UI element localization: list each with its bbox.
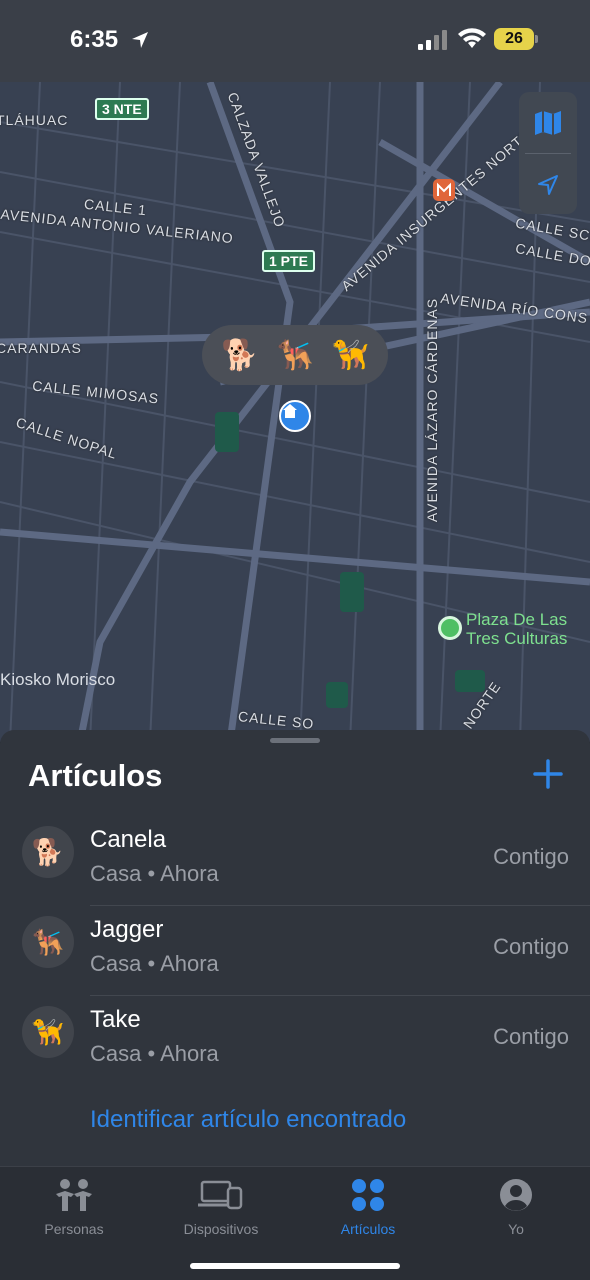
house-icon (283, 404, 297, 418)
item-avatar: 🐕‍🦺 (22, 916, 74, 968)
tab-yo[interactable]: Yo (457, 1177, 575, 1247)
metro-icon (433, 179, 455, 201)
home-indicator[interactable] (190, 1263, 400, 1269)
list-item[interactable]: 🐕 Canela Casa • Ahora Contigo (0, 816, 590, 906)
signal-icon (418, 30, 447, 50)
item-status: Contigo (493, 934, 569, 959)
item-name: Canela (90, 826, 167, 853)
pet-avatar: 🐕 (220, 338, 259, 372)
person-circle-icon (500, 1179, 532, 1211)
pet-avatar: 🦮 (331, 338, 369, 372)
tab-bar: Personas Dispositivos Artículos Yo (0, 1166, 590, 1280)
pet-avatar: 🐕‍🦺 (276, 338, 314, 372)
item-status: Contigo (493, 844, 569, 869)
battery-level: 26 (494, 28, 534, 50)
street-label: AVENIDA LÁZARO CÁRDENAS (424, 297, 441, 523)
tab-dispositivos[interactable]: Dispositivos (162, 1177, 280, 1247)
tab-label: Yo (508, 1221, 524, 1237)
tab-articulos[interactable]: Artículos (309, 1177, 427, 1247)
wifi-icon (458, 28, 486, 48)
status-time: 6:35 (70, 26, 119, 53)
home-pin-icon[interactable] (279, 400, 311, 432)
pets-location-bubble[interactable]: 🐕 🐕‍🦺 🦮 (202, 325, 388, 385)
list-item[interactable]: 🦮 Take Casa • Ahora Contigo (0, 996, 590, 1086)
list-item[interactable]: 🐕‍🦺 Jagger Casa • Ahora Contigo (0, 906, 590, 996)
route-shield: 1 PTE (262, 250, 315, 272)
item-subtitle: Casa • Ahora (90, 861, 219, 886)
item-status: Contigo (493, 1024, 569, 1049)
people-icon (56, 1179, 92, 1211)
status-bar: 6:35 26 (0, 0, 590, 82)
item-avatar: 🦮 (22, 1006, 74, 1058)
place-pin-icon[interactable] (438, 616, 462, 640)
item-name: Take (90, 1006, 141, 1033)
item-avatar: 🐕 (22, 826, 74, 878)
place-label-kiosko[interactable]: Kiosko Morisco (0, 670, 115, 689)
map-controls (519, 92, 577, 214)
location-arrow-icon (132, 32, 148, 48)
sheet-title: Artículos (28, 758, 163, 793)
items-list: 🐕 Canela Casa • Ahora Contigo 🐕‍🦺 Jagger… (0, 816, 590, 1086)
tab-label: Dispositivos (183, 1221, 259, 1237)
map-style-button[interactable] (519, 92, 577, 153)
sheet-grabber[interactable] (270, 738, 320, 743)
identify-found-item-link[interactable]: Identificar artículo encontrado (90, 1106, 406, 1134)
item-subtitle: Casa • Ahora (90, 951, 219, 976)
location-arrow-icon (538, 174, 558, 195)
plus-icon[interactable] (532, 758, 564, 790)
route-shield: 3 NTE (95, 98, 149, 120)
street-label: TLÁHUAC (0, 112, 69, 128)
battery-tip (535, 35, 538, 43)
track-location-button[interactable] (519, 154, 577, 215)
battery-indicator: 26 (494, 28, 538, 50)
tab-label: Personas (44, 1221, 104, 1237)
devices-icon (198, 1180, 243, 1210)
street-label: CARANDAS (0, 340, 82, 356)
map-view[interactable]: TLÁHUAC CALZADA VALLEJO AVENIDA INSURGEN… (0, 82, 590, 742)
place-label-plaza[interactable]: Plaza De Las Tres Culturas (466, 610, 567, 648)
map-icon (535, 110, 561, 135)
tab-personas[interactable]: Personas (15, 1177, 133, 1247)
item-name: Jagger (90, 916, 164, 943)
tab-label: Artículos (340, 1221, 396, 1237)
items-grid-icon (352, 1179, 384, 1211)
item-subtitle: Casa • Ahora (90, 1041, 219, 1066)
